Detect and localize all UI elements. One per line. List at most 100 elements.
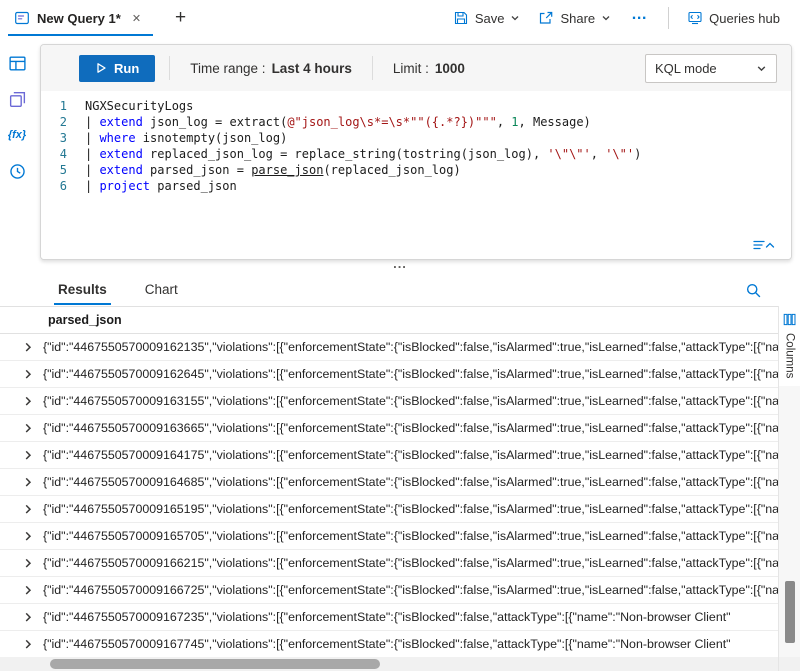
table-row[interactable]: {"id":"4467550570009167745","violations"… — [0, 631, 778, 657]
functions-icon[interactable]: {fx} — [6, 124, 28, 146]
limit-label: Limit : — [393, 61, 429, 76]
line-number: 5 — [41, 162, 85, 178]
vertical-scrollbar-thumb[interactable] — [785, 581, 795, 643]
code-line[interactable]: 4| extend replaced_json_log = replace_st… — [41, 146, 791, 162]
code-lines: 1NGXSecurityLogs2| extend json_log = ext… — [41, 98, 791, 194]
kql-editor[interactable]: 1NGXSecurityLogs2| extend json_log = ext… — [41, 91, 791, 259]
horizontal-scrollbar[interactable] — [0, 657, 778, 671]
save-button[interactable]: Save — [445, 5, 529, 31]
chevron-right-icon[interactable] — [22, 611, 34, 623]
scrollbar-corner — [779, 657, 800, 671]
horizontal-scrollbar-thumb[interactable] — [50, 659, 380, 669]
divider — [668, 7, 669, 29]
code-text: | extend replaced_json_log = replace_str… — [85, 146, 641, 162]
chevron-right-icon[interactable] — [22, 476, 34, 488]
splitter-handle[interactable]: ... — [393, 260, 407, 268]
query-history-icon[interactable] — [6, 160, 28, 182]
row-json-text: {"id":"4467550570009163665","violations"… — [43, 421, 778, 435]
columns-panel-label: Columns — [784, 333, 796, 378]
row-json-text: {"id":"4467550570009167235","violations"… — [43, 610, 731, 624]
tab-chart[interactable]: Chart — [141, 272, 182, 306]
chevron-right-icon[interactable] — [22, 530, 34, 542]
line-number: 2 — [41, 114, 85, 130]
share-button[interactable]: Share — [530, 5, 619, 31]
collapse-editor-button[interactable] — [751, 237, 777, 253]
code-line[interactable]: 2| extend json_log = extract(@"json_log\… — [41, 114, 791, 130]
table-row[interactable]: {"id":"4467550570009166725","violations"… — [0, 577, 778, 604]
table-row[interactable]: {"id":"4467550570009165195","violations"… — [0, 496, 778, 523]
new-tab-button[interactable]: + — [169, 7, 192, 29]
share-label: Share — [560, 11, 595, 26]
chevron-down-icon — [601, 13, 611, 23]
code-text: | project parsed_json — [85, 178, 237, 194]
code-line[interactable]: 5| extend parsed_json = parse_json(repla… — [41, 162, 791, 178]
more-actions-button[interactable]: … — [621, 6, 658, 30]
query-mode-select[interactable]: KQL mode — [645, 54, 777, 83]
time-range-button[interactable]: Time range : Last 4 hours — [184, 57, 358, 80]
tab-title: New Query 1* — [37, 11, 121, 26]
row-json-text: {"id":"4467550570009165195","violations"… — [43, 502, 778, 516]
chevron-down-icon — [756, 63, 767, 74]
row-json-text: {"id":"4467550570009167745","violations"… — [43, 637, 731, 651]
query-editor-card: Run Time range : Last 4 hours Limit : 10… — [40, 44, 792, 260]
tab-results[interactable]: Results — [54, 272, 111, 306]
row-json-text: {"id":"4467550570009166725","violations"… — [43, 583, 778, 597]
table-row[interactable]: {"id":"4467550570009163665","violations"… — [0, 415, 778, 442]
close-icon[interactable]: ✕ — [128, 10, 145, 27]
results-tabs: Results Chart — [0, 272, 800, 306]
chevron-right-icon[interactable] — [22, 368, 34, 380]
chevron-right-icon[interactable] — [22, 449, 34, 461]
stacked-queries-icon[interactable] — [6, 88, 28, 110]
chevron-right-icon[interactable] — [22, 341, 34, 353]
table-row[interactable]: {"id":"4467550570009162645","violations"… — [0, 361, 778, 388]
search-icon[interactable] — [743, 280, 764, 301]
query-tab[interactable]: New Query 1* ✕ — [6, 0, 155, 36]
vertical-scrollbar[interactable] — [779, 386, 800, 657]
queries-hub-button[interactable]: Queries hub — [679, 5, 788, 31]
chevron-right-icon[interactable] — [22, 422, 34, 434]
chevron-down-icon — [510, 13, 520, 23]
time-range-value: Last 4 hours — [272, 61, 352, 76]
panel-splitter[interactable]: ... — [0, 260, 800, 272]
line-number: 3 — [41, 130, 85, 146]
code-line[interactable]: 1NGXSecurityLogs — [41, 98, 791, 114]
chevron-right-icon[interactable] — [22, 557, 34, 569]
chevron-right-icon[interactable] — [22, 395, 34, 407]
limit-value: 1000 — [435, 61, 465, 76]
columns-icon — [783, 313, 796, 326]
code-line[interactable]: 3| where isnotempty(json_log) — [41, 130, 791, 146]
table-row[interactable]: {"id":"4467550570009167235","violations"… — [0, 604, 778, 631]
table-row[interactable]: {"id":"4467550570009164685","violations"… — [0, 469, 778, 496]
play-icon — [95, 62, 107, 74]
table-row[interactable]: {"id":"4467550570009162135","violations"… — [0, 334, 778, 361]
chevron-right-icon[interactable] — [22, 503, 34, 515]
table-row[interactable]: {"id":"4467550570009163155","violations"… — [0, 388, 778, 415]
code-text: NGXSecurityLogs — [85, 98, 193, 114]
chevron-right-icon[interactable] — [22, 584, 34, 596]
results-grid-main: parsed_json {"id":"4467550570009162135",… — [0, 306, 778, 671]
divider — [372, 56, 373, 80]
limit-button[interactable]: Limit : 1000 — [387, 57, 471, 80]
code-text: | extend json_log = extract(@"json_log\s… — [85, 114, 591, 130]
run-button[interactable]: Run — [79, 55, 155, 82]
code-line[interactable]: 6| project parsed_json — [41, 178, 791, 194]
row-json-text: {"id":"4467550570009163155","violations"… — [43, 394, 778, 408]
table-row[interactable]: {"id":"4467550570009164175","violations"… — [0, 442, 778, 469]
chevron-right-icon[interactable] — [22, 638, 34, 650]
table-row[interactable]: {"id":"4467550570009166215","violations"… — [0, 550, 778, 577]
row-json-text: {"id":"4467550570009164685","violations"… — [43, 475, 778, 489]
column-header[interactable]: parsed_json — [0, 306, 778, 334]
queries-hub-label: Queries hub — [709, 11, 780, 26]
row-json-text: {"id":"4467550570009164175","violations"… — [43, 448, 778, 462]
save-label: Save — [475, 11, 505, 26]
line-number: 6 — [41, 178, 85, 194]
results-body: {"id":"4467550570009162135","violations"… — [0, 334, 778, 657]
table-view-icon[interactable] — [6, 52, 28, 74]
results-panel: Results Chart parsed_json {"id":"4467550… — [0, 272, 800, 671]
columns-panel-tab[interactable]: Columns — [783, 306, 796, 386]
query-toolbar: Run Time range : Last 4 hours Limit : 10… — [41, 45, 791, 91]
table-row[interactable]: {"id":"4467550570009165705","violations"… — [0, 523, 778, 550]
save-icon — [453, 10, 469, 26]
tab-area: New Query 1* ✕ + — [6, 0, 192, 36]
row-json-text: {"id":"4467550570009165705","violations"… — [43, 529, 778, 543]
